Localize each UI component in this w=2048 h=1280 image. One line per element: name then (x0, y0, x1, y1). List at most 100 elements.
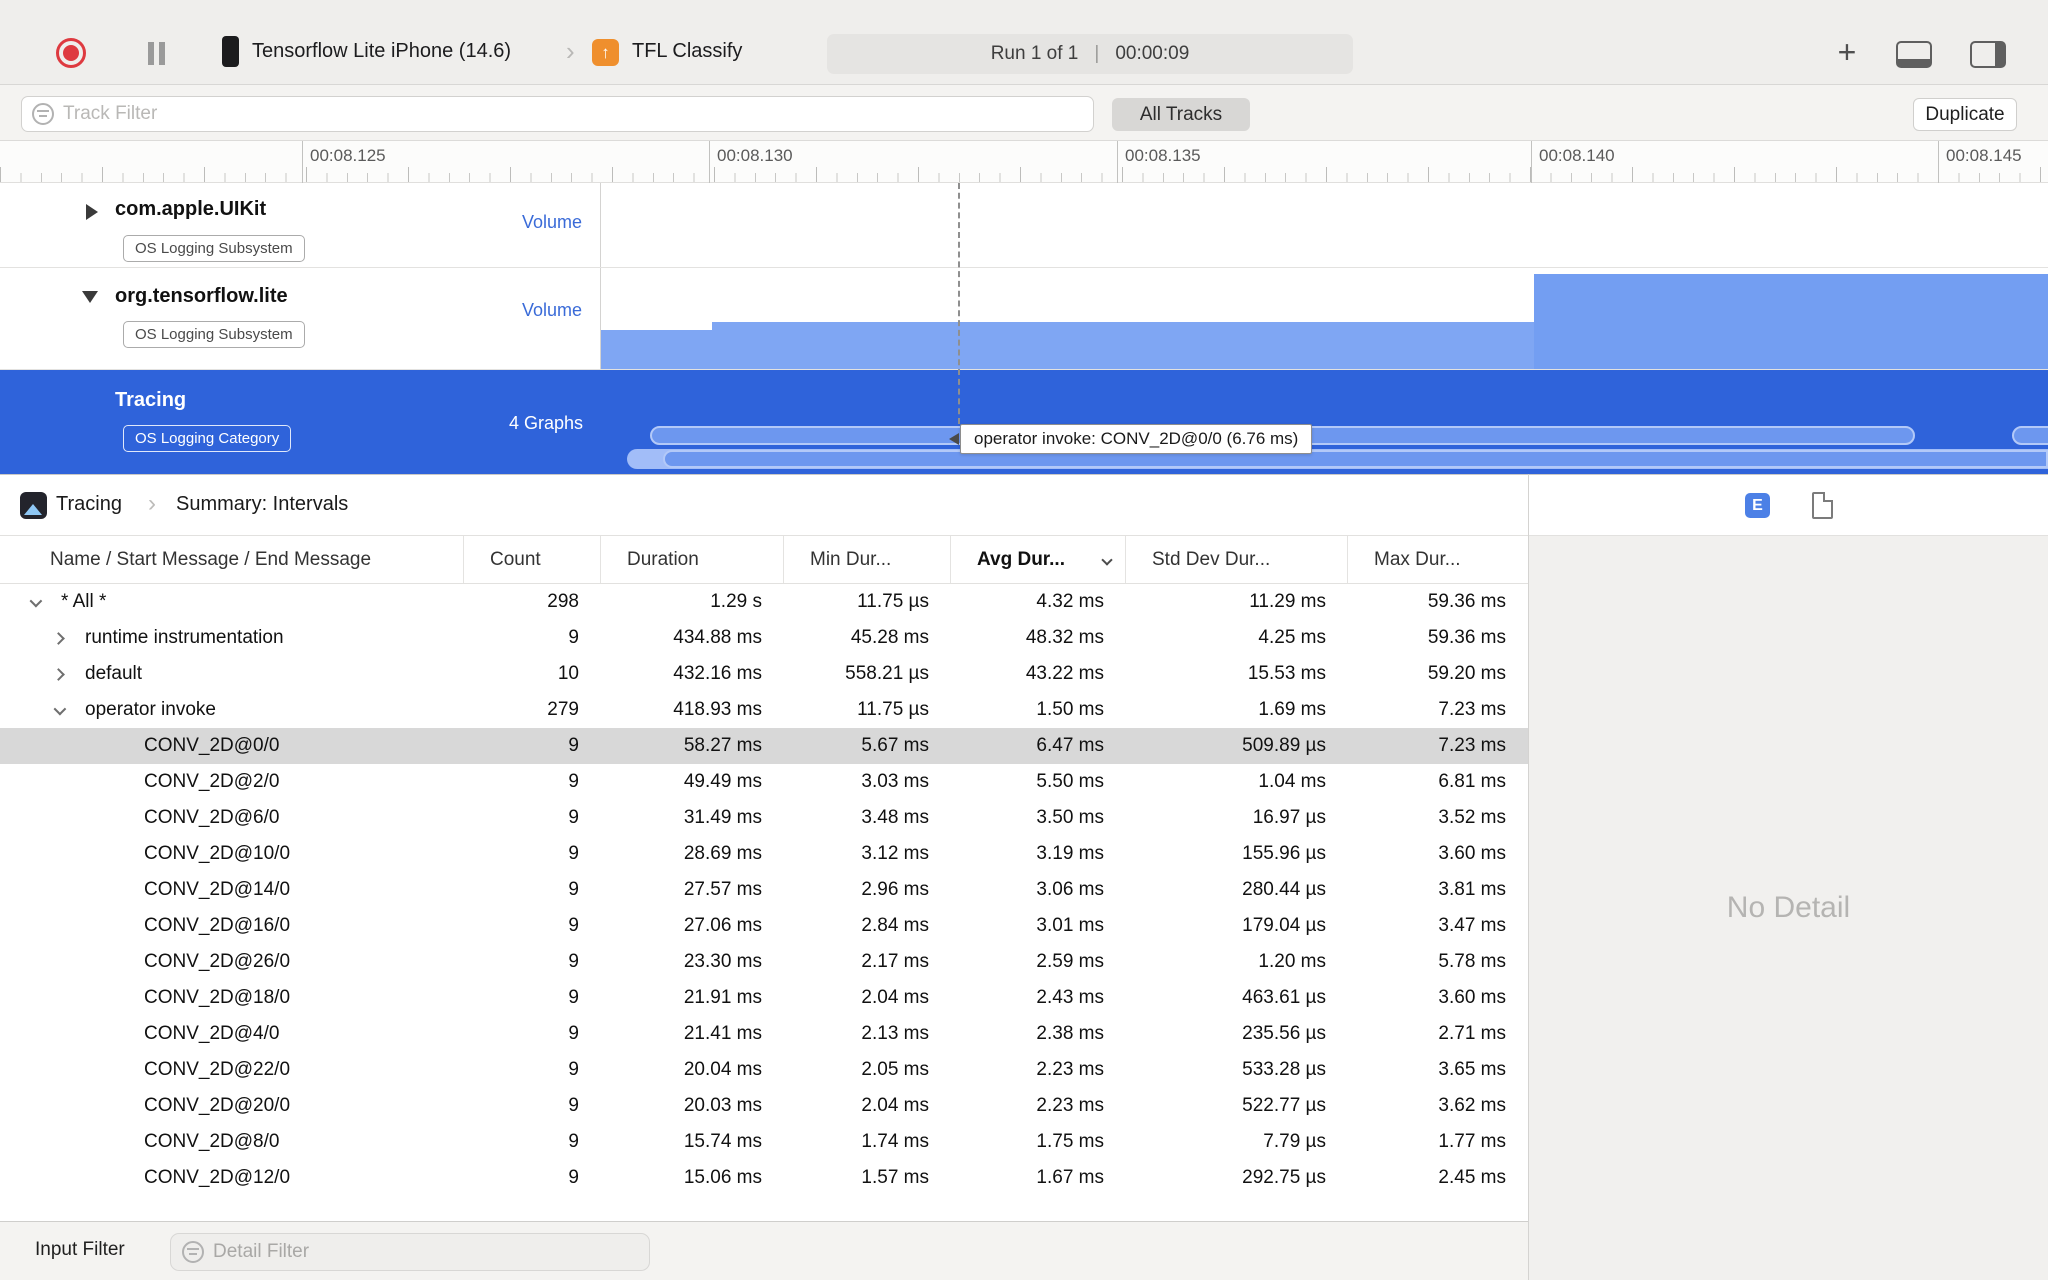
row-stddev-cell: 533.28 µs (1242, 1059, 1326, 1080)
row-avg-cell: 6.47 ms (1036, 735, 1104, 756)
row-max-cell: 3.60 ms (1438, 987, 1506, 1008)
disclosure-expanded-icon[interactable] (82, 291, 98, 303)
row-min-cell: 2.17 ms (861, 951, 929, 972)
table-row[interactable]: CONV_2D@16/0 9 27.06 ms 2.84 ms 3.01 ms 179.0… (0, 908, 1528, 944)
expand-chevron-icon[interactable] (52, 667, 65, 681)
track-title: com.apple.UIKit (115, 198, 267, 220)
detail-filter-field[interactable] (170, 1233, 650, 1271)
duplicate-button[interactable]: Duplicate (1913, 98, 2017, 131)
row-avg-cell: 2.23 ms (1036, 1095, 1104, 1116)
table-row[interactable]: CONV_2D@14/0 9 27.57 ms 2.96 ms 3.06 ms 280.4… (0, 872, 1528, 908)
breadcrumb-root[interactable]: Tracing (56, 493, 122, 516)
track-filter-bar: All Tracks Duplicate (0, 85, 2048, 141)
column-header-name[interactable]: Name / Start Message / End Message (0, 536, 464, 583)
row-name-cell: CONV_2D@22/0 (0, 1052, 464, 1088)
run-status-display[interactable]: Run 1 of 1 | 00:00:09 (827, 34, 1353, 74)
table-row[interactable]: operator invoke 279 418.93 ms 11.75 µs 1.50 … (0, 692, 1528, 728)
table-row[interactable]: * All * 298 1.29 s 11.75 µs 4.32 ms 11.29 ms 5… (0, 584, 1528, 620)
ruler-time-label: 00:08.135 (1117, 141, 1201, 183)
collapse-chevron-icon[interactable] (53, 702, 67, 715)
column-header-avg-sorted[interactable]: Avg Dur... (951, 536, 1126, 583)
interval-bar[interactable] (2012, 426, 2048, 445)
record-icon[interactable] (56, 38, 86, 68)
table-row[interactable]: runtime instrumentation 9 434.88 ms 45.28 m… (0, 620, 1528, 656)
row-stddev-cell: 522.77 µs (1242, 1095, 1326, 1116)
run-time: 00:00:09 (1115, 43, 1190, 64)
sort-descending-icon (1101, 553, 1113, 566)
row-stddev-cell: 463.61 µs (1242, 987, 1326, 1008)
row-max-cell: 59.36 ms (1427, 627, 1506, 648)
row-min-cell: 11.75 µs (857, 591, 929, 612)
column-header-max[interactable]: Max Dur... (1348, 536, 1528, 583)
breadcrumb-page[interactable]: Summary: Intervals (176, 493, 348, 516)
track-tracing-selected[interactable]: Tracing OS Logging Category 4 Graphs (0, 370, 2048, 474)
row-avg-cell: 2.43 ms (1036, 987, 1104, 1008)
collapse-chevron-icon[interactable] (29, 594, 43, 607)
row-duration-cell: 20.03 ms (683, 1095, 762, 1116)
table-row[interactable]: CONV_2D@18/0 9 21.91 ms 2.04 ms 2.43 ms 463.6… (0, 980, 1528, 1016)
track-badge: OS Logging Category (123, 425, 292, 452)
row-count-cell: 298 (547, 591, 579, 612)
row-duration-cell: 49.49 ms (683, 771, 762, 792)
row-avg-cell: 3.19 ms (1036, 843, 1104, 864)
row-count-cell: 9 (568, 735, 579, 756)
table-row[interactable]: default 10 432.16 ms 558.21 µs 43.22 ms 15.53… (0, 656, 1528, 692)
table-row[interactable]: CONV_2D@12/0 9 15.06 ms 1.57 ms 1.67 ms 292.7… (0, 1160, 1528, 1196)
extended-detail-icon[interactable]: E (1745, 493, 1770, 518)
toggle-right-pane-icon[interactable] (1970, 41, 2006, 68)
row-avg-cell: 5.50 ms (1036, 771, 1104, 792)
track-com-apple-uikit[interactable]: com.apple.UIKit OS Logging Subsystem Vol… (0, 183, 2048, 268)
column-header-duration[interactable]: Duration (601, 536, 784, 583)
track-org-tensorflow-lite[interactable]: org.tensorflow.lite OS Logging Subsystem… (0, 268, 2048, 370)
row-max-cell: 3.52 ms (1438, 807, 1506, 828)
row-duration-cell: 27.06 ms (683, 915, 762, 936)
device-target-selector[interactable]: Tensorflow Lite iPhone (14.6) (252, 40, 511, 63)
row-count-cell: 9 (568, 1131, 579, 1152)
row-name-cell: CONV_2D@8/0 (0, 1124, 464, 1160)
all-tracks-button[interactable]: All Tracks (1112, 98, 1250, 131)
table-row[interactable]: CONV_2D@2/0 9 49.49 ms 3.03 ms 5.50 ms 1.04 m… (0, 764, 1528, 800)
row-stddev-cell: 509.89 µs (1242, 735, 1326, 756)
row-duration-cell: 1.29 s (710, 591, 762, 612)
playhead-line[interactable] (958, 183, 960, 424)
row-name-cell: * All * (0, 584, 464, 620)
track-label-column: org.tensorflow.lite OS Logging Subsystem… (0, 268, 601, 369)
track-filter-field[interactable] (21, 96, 1094, 132)
table-row[interactable]: CONV_2D@26/0 9 23.30 ms 2.17 ms 2.59 ms 1.20 … (0, 944, 1528, 980)
table-row[interactable]: CONV_2D@22/0 9 20.04 ms 2.05 ms 2.23 ms 533.2… (0, 1052, 1528, 1088)
column-header-count[interactable]: Count (464, 536, 601, 583)
track-title: org.tensorflow.lite (115, 285, 288, 307)
document-icon[interactable] (1812, 492, 1833, 519)
detail-filter-input[interactable] (213, 1241, 638, 1263)
row-name-text: default (85, 663, 143, 684)
track-meta-label: Volume (521, 300, 582, 320)
row-count-cell: 10 (557, 663, 579, 684)
interval-bar[interactable] (663, 450, 2048, 468)
target-app-selector[interactable]: TFL Classify (632, 40, 742, 63)
track-badge: OS Logging Subsystem (123, 235, 305, 262)
row-count-cell: 9 (568, 951, 579, 972)
row-stddev-cell: 15.53 ms (1247, 663, 1326, 684)
row-name-text: CONV_2D@26/0 (144, 951, 291, 972)
row-min-cell: 2.04 ms (861, 987, 929, 1008)
table-row[interactable]: CONV_2D@20/0 9 20.03 ms 2.04 ms 2.23 ms 522.7… (0, 1088, 1528, 1124)
toggle-bottom-pane-icon[interactable] (1896, 41, 1932, 68)
pause-icon[interactable] (148, 42, 154, 65)
table-row[interactable]: CONV_2D@4/0 9 21.41 ms 2.13 ms 2.38 ms 235.56… (0, 1016, 1528, 1052)
row-count-cell: 9 (568, 1023, 579, 1044)
row-name-cell: default (0, 656, 464, 692)
table-row[interactable]: CONV_2D@8/0 9 15.74 ms 1.74 ms 1.75 ms 7.79 µ… (0, 1124, 1528, 1160)
row-count-cell: 9 (568, 1167, 579, 1188)
table-row[interactable]: CONV_2D@10/0 9 28.69 ms 3.12 ms 3.19 ms 155.9… (0, 836, 1528, 872)
table-row[interactable]: CONV_2D@6/0 9 31.49 ms 3.48 ms 3.50 ms 16.97 … (0, 800, 1528, 836)
track-filter-input[interactable] (63, 103, 1083, 125)
timeline-ruler[interactable]: 00:08.125 00:08.130 00:08.135 00:08.140 … (0, 141, 2048, 183)
row-min-cell: 3.48 ms (861, 807, 929, 828)
disclosure-collapsed-icon[interactable] (86, 204, 98, 220)
add-instrument-icon[interactable]: + (1832, 36, 1862, 68)
table-row[interactable]: CONV_2D@0/0 9 58.27 ms 5.67 ms 6.47 ms 509.89… (0, 728, 1528, 764)
row-stddev-cell: 1.69 ms (1258, 699, 1326, 720)
expand-chevron-icon[interactable] (52, 631, 65, 645)
column-header-min[interactable]: Min Dur... (784, 536, 951, 583)
column-header-stddev[interactable]: Std Dev Dur... (1126, 536, 1348, 583)
